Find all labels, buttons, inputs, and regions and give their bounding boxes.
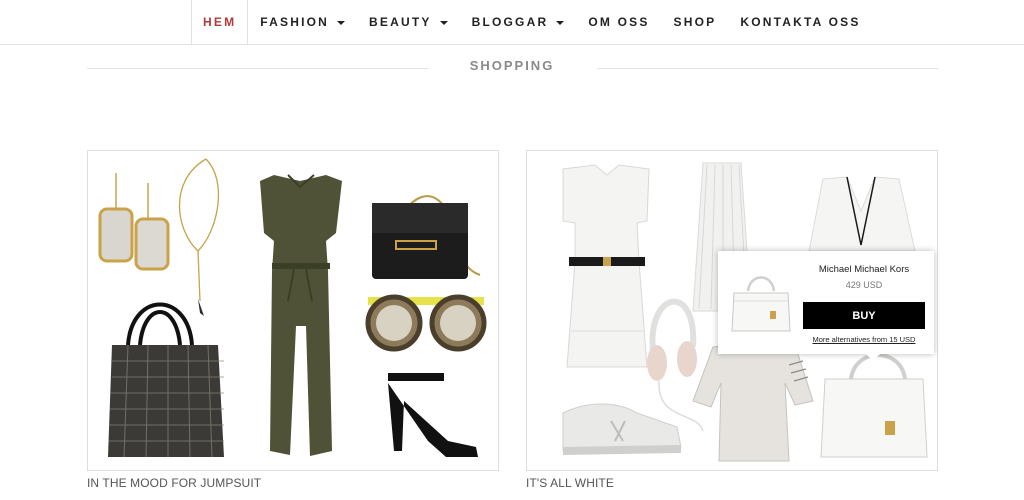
- nav-item-shop[interactable]: SHOP: [662, 0, 729, 44]
- nav-label: BEAUTY: [369, 15, 432, 29]
- collage-jumpsuit[interactable]: [87, 150, 499, 471]
- chevron-down-icon: [337, 20, 346, 25]
- section-divider-left: [87, 68, 428, 69]
- sunglasses-product: [365, 294, 487, 352]
- collage-caption[interactable]: IT'S ALL WHITE: [526, 476, 614, 490]
- product-brand: Michael Michael Kors: [818, 264, 910, 275]
- more-alternatives-link[interactable]: More alternatives from 15 USD: [803, 335, 925, 344]
- bag-thumbnail: [731, 276, 791, 332]
- earrings-product: [98, 173, 170, 271]
- chevron-down-icon: [556, 20, 565, 25]
- nav-item-bloggar[interactable]: BLOGGAR: [460, 0, 577, 44]
- product-popup: Michael Michael Kors 429 USD BUY More al…: [718, 251, 934, 361]
- nav-label: HEM: [203, 15, 237, 29]
- chevron-down-icon: [439, 20, 448, 25]
- grey-top-product: [692, 340, 814, 462]
- jumpsuit-product: [260, 174, 342, 456]
- heels-product: [388, 373, 478, 457]
- buy-button[interactable]: BUY: [803, 302, 925, 329]
- nav-label: KONTAKTA OSS: [740, 15, 861, 29]
- product-price: 429 USD: [845, 280, 883, 290]
- tote-bag-product: [108, 302, 224, 458]
- top-navigation: HEM FASHION BEAUTY BLOGGAR OM OSS SHOP K…: [0, 0, 1024, 45]
- sneaker-product: [562, 403, 682, 455]
- nav-item-kontakta-oss[interactable]: KONTAKTA OSS: [728, 0, 872, 44]
- headphones-product: [647, 298, 704, 432]
- collage-caption[interactable]: IN THE MOOD FOR JUMPSUIT: [87, 476, 261, 490]
- nav-item-om-oss[interactable]: OM OSS: [576, 0, 661, 44]
- nav-menu: HEM FASHION BEAUTY BLOGGAR OM OSS SHOP K…: [191, 0, 873, 44]
- nav-label: OM OSS: [588, 15, 650, 29]
- necklace-product: [178, 158, 220, 316]
- section-title: SHOPPING: [469, 58, 555, 73]
- nav-item-beauty[interactable]: BEAUTY: [357, 0, 460, 44]
- clutch-product: [372, 195, 481, 279]
- nav-item-fashion[interactable]: FASHION: [248, 0, 357, 44]
- nav-label: SHOP: [673, 15, 717, 29]
- nav-label: BLOGGAR: [471, 15, 549, 29]
- nav-item-hem[interactable]: HEM: [191, 0, 249, 44]
- section-divider-right: [597, 68, 938, 69]
- collage-jumpsuit-image: [98, 158, 487, 458]
- nav-label: FASHION: [260, 15, 330, 29]
- white-bag-product: [820, 353, 928, 458]
- white-blouse-product: [808, 176, 916, 252]
- white-dress-product: [562, 164, 650, 368]
